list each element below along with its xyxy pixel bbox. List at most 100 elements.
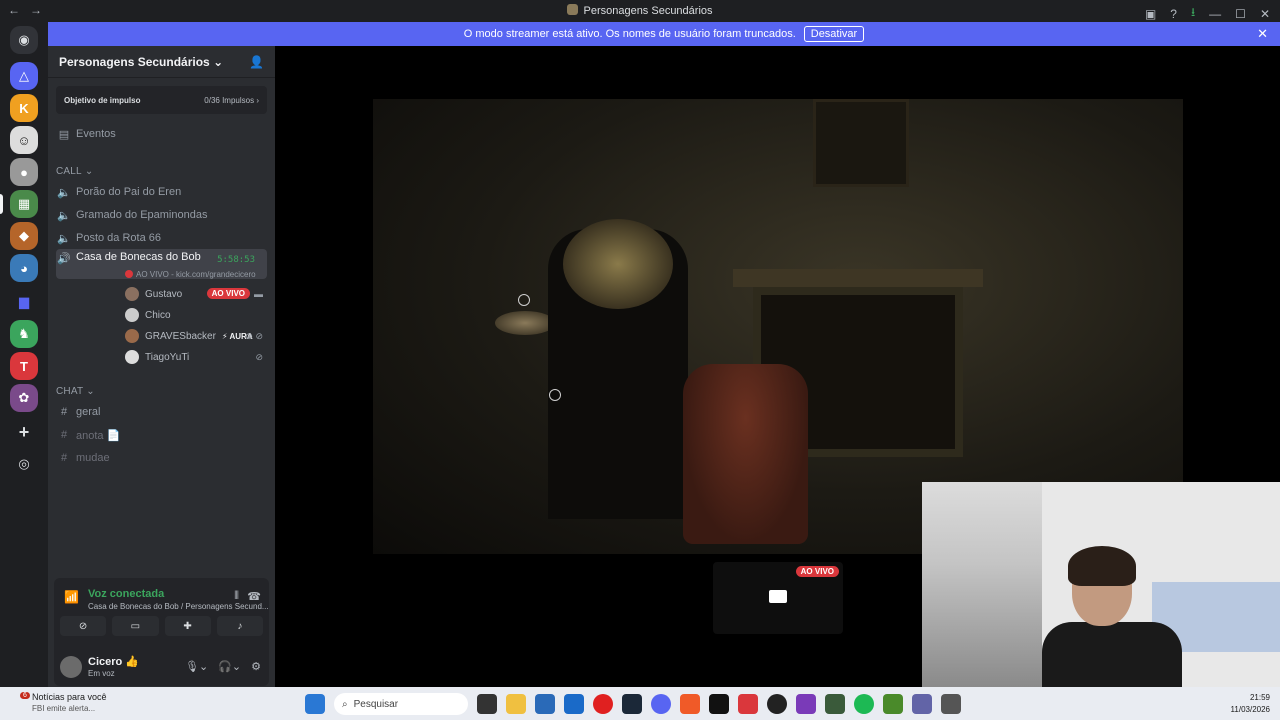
add-server-icon[interactable]: + xyxy=(10,418,38,446)
activities-button[interactable]: ✚ xyxy=(164,616,211,636)
member-row[interactable]: Chico xyxy=(125,308,171,322)
user-name: Cicero 👍 xyxy=(88,656,139,668)
disable-streamer-button[interactable]: Desativar xyxy=(803,26,865,42)
invite-icon[interactable]: 👤 xyxy=(249,55,264,69)
armchair xyxy=(683,364,808,544)
windows-start-icon[interactable] xyxy=(305,694,325,714)
discord-icon[interactable] xyxy=(651,694,671,714)
camera-off-button[interactable]: ⊘ xyxy=(60,616,107,636)
app-icon[interactable] xyxy=(796,694,816,714)
server-icon xyxy=(567,4,579,15)
taskbar-search[interactable]: ⌕ Pesquisar xyxy=(334,693,468,715)
news-widget[interactable]: 6 Notícias para você FBI emite alerta... xyxy=(10,692,107,713)
soundboard-button[interactable]: ♪ xyxy=(216,616,263,636)
app-icon[interactable] xyxy=(941,694,961,714)
tiktok-icon[interactable] xyxy=(709,694,729,714)
streamer-mode-banner: O modo streamer está ativo. Os nomes de … xyxy=(48,22,1280,46)
close-banner-icon[interactable]: ✕ xyxy=(1257,26,1268,42)
server-icon-6[interactable]: ◆ xyxy=(10,222,38,250)
screen-icon xyxy=(769,590,787,603)
hash-icon: # xyxy=(60,452,68,464)
server-icon-10[interactable]: ✿ xyxy=(10,384,38,412)
noise-suppression-icon[interactable]: ⦀ xyxy=(234,590,239,603)
headphones-icon[interactable]: 🎧⌄ xyxy=(218,660,241,673)
window-titlebar: ← → Personagens Secundários ▣ ? ⭳ — ☐ ✕ xyxy=(0,0,1280,22)
server-icon-4[interactable]: ● xyxy=(10,158,38,186)
screen-share-button[interactable]: ▭ xyxy=(112,616,159,636)
avatar xyxy=(125,308,139,322)
server-icon-2[interactable]: K xyxy=(10,94,38,122)
discord-home-icon[interactable]: ◉ xyxy=(10,26,38,54)
voice-channel-2[interactable]: 🔈 Posto da Rota 66 xyxy=(56,229,267,247)
opera-icon[interactable] xyxy=(593,694,613,714)
speaker-icon: 🔈 xyxy=(57,209,71,222)
server-icon-8[interactable]: ♞ xyxy=(10,320,38,348)
voice-channel-label: Gramado do Epaminondas xyxy=(76,209,208,221)
live-badge: AO VIVO xyxy=(795,566,839,577)
minimize-button[interactable]: — xyxy=(1209,7,1221,21)
clock-date: 11/03/2026 xyxy=(1230,705,1270,714)
teams-icon[interactable] xyxy=(912,694,932,714)
system-clock[interactable]: 21:59 11/03/2026 xyxy=(1231,692,1270,716)
reticle-icon xyxy=(549,389,561,401)
channel-sidebar: Personagens Secundários ⌄ 👤 Objetivo de … xyxy=(48,46,275,687)
app-icon[interactable] xyxy=(825,694,845,714)
help-icon[interactable]: ? xyxy=(1170,7,1177,21)
events-item[interactable]: ▤ Eventos xyxy=(56,126,267,142)
explore-icon[interactable]: ◎ xyxy=(10,450,38,478)
spotify-icon[interactable] xyxy=(854,694,874,714)
text-channel-2[interactable]: # mudae xyxy=(56,449,267,467)
folder-icon[interactable]: ▆ xyxy=(10,288,38,316)
server-icon-3[interactable]: ☺ xyxy=(10,126,38,154)
webcam-overlay xyxy=(922,482,1280,687)
search-placeholder: Pesquisar xyxy=(353,698,399,710)
microphone-icon[interactable]: 🎙⌄ xyxy=(185,660,208,673)
close-window-button[interactable]: ✕ xyxy=(1260,7,1270,21)
app-icon[interactable] xyxy=(767,694,787,714)
lamp xyxy=(495,311,555,335)
chevron-down-icon: ⌄ xyxy=(84,166,94,177)
steam-icon[interactable] xyxy=(622,694,642,714)
server-rail: ◉ △ K ☺ ● ▦ ◆ ◕ ▆ ♞ T ✿ + ◎ xyxy=(0,22,48,687)
window-title: Personagens Secundários xyxy=(0,4,1280,17)
task-view-icon[interactable] xyxy=(477,694,497,714)
outlook-icon[interactable] xyxy=(564,694,584,714)
server-icon-current[interactable]: ▦ xyxy=(10,190,38,218)
avatar xyxy=(125,287,139,301)
disconnect-icon[interactable]: ☎ xyxy=(247,590,261,603)
server-header[interactable]: Personagens Secundários ⌄ 👤 xyxy=(48,46,275,78)
mantel xyxy=(733,269,983,287)
boost-goal[interactable]: Objetivo de impulso 0/36 Impulsos › xyxy=(56,86,267,114)
server-icon-9[interactable]: T xyxy=(10,352,38,380)
text-channel-1[interactable]: # anota 📄 xyxy=(56,426,267,444)
maximize-button[interactable]: ☐ xyxy=(1235,7,1246,21)
category-chat[interactable]: CHAT ⌄ xyxy=(56,386,267,397)
avatar[interactable] xyxy=(60,656,82,678)
inbox-icon[interactable]: ▣ xyxy=(1145,7,1156,21)
painting xyxy=(813,99,909,187)
store-icon[interactable] xyxy=(535,694,555,714)
stream-preview-tile[interactable]: AO VIVO xyxy=(713,562,843,634)
active-channel-name: Casa de Bonecas do Bob xyxy=(76,251,201,263)
member-row[interactable]: TiagoYuTi xyxy=(125,350,189,364)
voice-channel-label: Posto da Rota 66 xyxy=(76,232,162,244)
gear-icon[interactable]: ⚙ xyxy=(251,660,261,673)
server-name: Personagens Secundários xyxy=(59,54,210,69)
server-icon-1[interactable]: △ xyxy=(10,62,38,90)
signal-icon: 📶 xyxy=(64,590,79,604)
boost-value: 0/36 Impulsos xyxy=(204,95,255,105)
server-icon-7[interactable]: ◕ xyxy=(10,254,38,282)
events-label: Eventos xyxy=(76,128,116,140)
member-row[interactable]: GRAVESbacker ⚡ AURA xyxy=(125,329,253,343)
download-icon[interactable]: ⭳ xyxy=(1191,3,1195,24)
category-call[interactable]: CALL ⌄ xyxy=(56,166,267,177)
text-channel-0[interactable]: # geral xyxy=(56,403,267,421)
voice-channel-0[interactable]: 🔈 Porão do Pai do Eren xyxy=(56,183,267,201)
voice-channel-1[interactable]: 🔈 Gramado do Epaminondas xyxy=(56,206,267,224)
file-explorer-icon[interactable] xyxy=(506,694,526,714)
calendar-icon: ▤ xyxy=(58,128,70,141)
app-t-icon[interactable] xyxy=(738,694,758,714)
channel-timer: 5:58:53 xyxy=(217,255,255,265)
minecraft-icon[interactable] xyxy=(883,694,903,714)
brave-icon[interactable] xyxy=(680,694,700,714)
